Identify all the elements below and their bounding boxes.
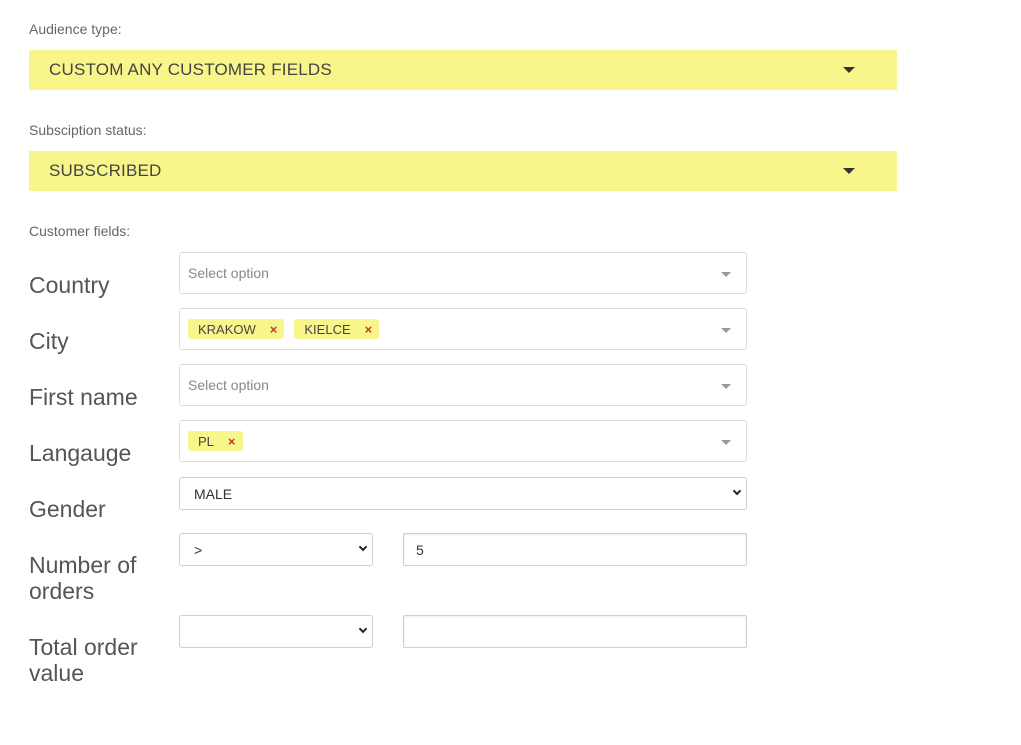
caret-down-icon <box>721 440 731 445</box>
city-tag-label: KRAKOW <box>198 321 256 337</box>
city-tag: KRAKOW × <box>188 319 285 339</box>
first-name-label: First name <box>29 384 138 410</box>
total-order-value-operator-select[interactable] <box>179 615 373 648</box>
chevron-down-icon <box>732 486 742 496</box>
city-select[interactable]: KRAKOW × KIELCE × <box>179 308 747 350</box>
chevron-down-icon <box>358 624 368 634</box>
gender-value: MALE <box>194 485 233 502</box>
chevron-down-icon <box>358 542 368 552</box>
caret-down-icon <box>843 67 855 73</box>
first-name-select[interactable]: Select option <box>179 364 747 406</box>
remove-tag-icon[interactable]: × <box>228 434 236 449</box>
remove-tag-icon[interactable]: × <box>365 322 373 337</box>
country-placeholder: Select option <box>188 265 269 281</box>
number-of-orders-label: Number of orders <box>29 552 137 604</box>
number-of-orders-input[interactable]: 5 <box>403 533 747 566</box>
city-tag-label: KIELCE <box>304 321 351 337</box>
remove-tag-icon[interactable]: × <box>270 322 278 337</box>
caret-down-icon <box>721 384 731 389</box>
number-of-orders-operator: > <box>194 541 203 558</box>
subscription-status-label: Subsciption status: <box>29 122 147 138</box>
country-select[interactable]: Select option <box>179 252 747 294</box>
city-label: City <box>29 328 69 354</box>
city-tag: KIELCE × <box>294 319 380 339</box>
language-label: Langauge <box>29 440 132 466</box>
subscription-status-value: SUBSCRIBED <box>49 161 162 180</box>
first-name-placeholder: Select option <box>188 377 269 393</box>
caret-down-icon <box>843 168 855 174</box>
country-label: Country <box>29 272 110 298</box>
total-order-value-input[interactable] <box>403 615 747 648</box>
caret-down-icon <box>721 272 731 277</box>
language-tag: PL × <box>188 431 243 451</box>
language-select[interactable]: PL × <box>179 420 747 462</box>
audience-type-label: Audience type: <box>29 21 122 37</box>
caret-down-icon <box>721 328 731 333</box>
gender-label: Gender <box>29 496 106 522</box>
audience-type-value: CUSTOM ANY CUSTOMER FIELDS <box>49 60 332 79</box>
total-order-value-label: Total order value <box>29 634 138 686</box>
gender-select[interactable]: MALE <box>179 477 747 510</box>
number-of-orders-operator-select[interactable]: > <box>179 533 373 566</box>
language-tag-label: PL <box>198 433 214 449</box>
audience-type-select[interactable]: CUSTOM ANY CUSTOMER FIELDS <box>29 50 897 90</box>
subscription-status-select[interactable]: SUBSCRIBED <box>29 151 897 191</box>
customer-fields-label: Customer fields: <box>29 223 131 239</box>
